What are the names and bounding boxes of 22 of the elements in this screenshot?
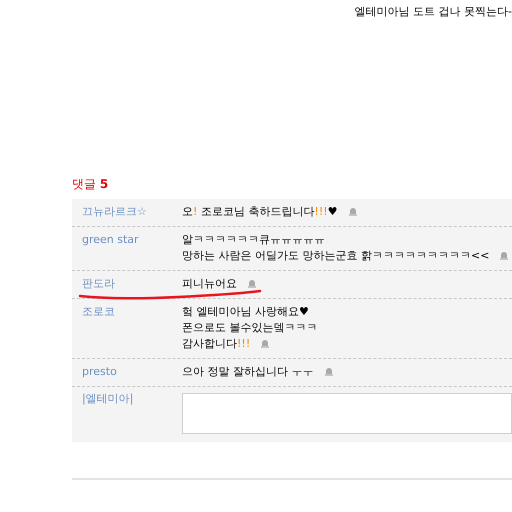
comment-text: 폰으로도 볼수있는뎈ㅋㅋㅋ <box>182 321 318 334</box>
comment-text: 감사합니다!!! <box>182 337 250 350</box>
bell-icon[interactable] <box>247 279 257 288</box>
bell-icon[interactable] <box>348 207 358 216</box>
comment-text: 오! 조로코님 축하드립니다!!!♥ <box>182 205 338 218</box>
comment-author[interactable]: green star <box>72 232 182 264</box>
bell-icon[interactable] <box>499 251 510 260</box>
comment-author[interactable]: 끄뉴라르크☆ <box>72 204 182 220</box>
comment-text: 피니뉴어요 <box>182 277 237 290</box>
comment-author[interactable]: presto <box>72 364 182 380</box>
post-title: 엘테미아님 도트 겁나 못찍는다- <box>354 4 512 20</box>
reply-input-field[interactable] <box>182 393 512 434</box>
comment-text: 헠 엘테미아님 사랑해요♥ <box>182 305 309 318</box>
comment-author[interactable]: 조로코 <box>72 304 182 352</box>
comment-text: 알ㅋㅋㅋㅋㅋㅋ큐ㅠㅠㅠㅠㅠ <box>182 233 325 246</box>
comments-heading: 댓글 5 <box>72 176 108 193</box>
comment-author[interactable]: 판도라 <box>72 276 182 292</box>
bell-icon[interactable] <box>260 339 270 348</box>
comment-text: 으아 정말 잘하십니다 ㅜㅜ <box>182 365 314 378</box>
comment-text: 망하는 사람은 어딜가도 망하는군효 핡ㅋㅋㅋㅋㅋㅋㅋㅋㅋ<< <box>182 249 490 262</box>
bell-icon[interactable] <box>324 367 334 376</box>
reply-author: |엘테미아| <box>81 391 134 407</box>
